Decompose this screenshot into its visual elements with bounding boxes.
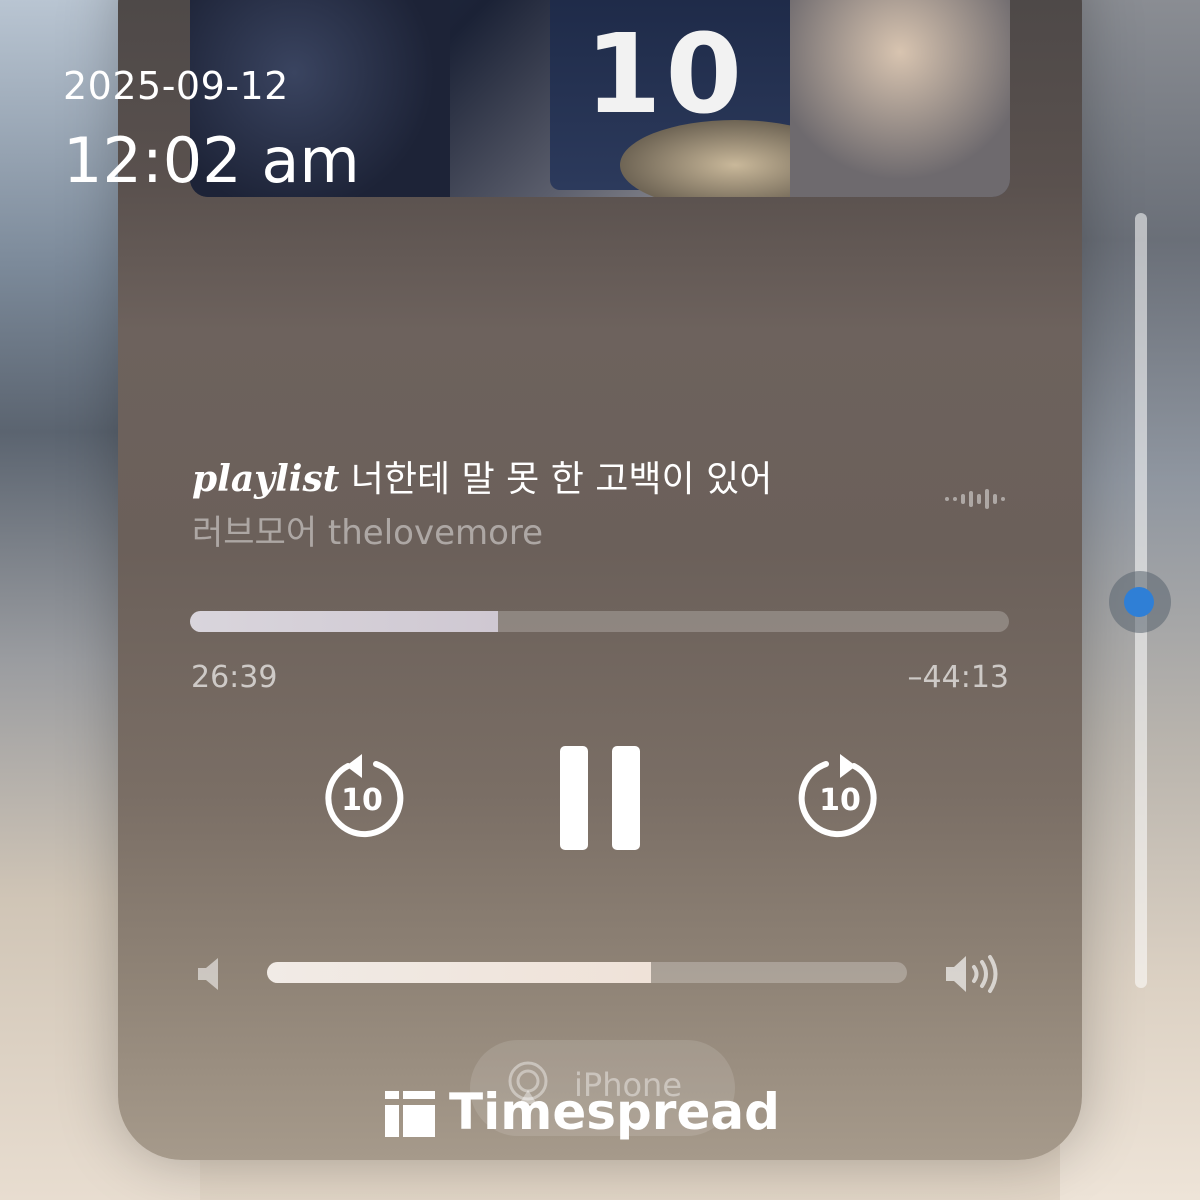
skip-forward-button[interactable]: 10 [796, 752, 884, 840]
skip-forward-label: 10 [819, 783, 861, 818]
skip-forward-10-icon: 10 [798, 754, 877, 837]
elapsed-time: 26:39 [191, 660, 278, 695]
skip-back-button[interactable]: 10 [318, 752, 406, 840]
pause-button[interactable] [560, 746, 640, 850]
artwork-jersey-number: 10 [585, 10, 747, 138]
pause-icon [560, 746, 588, 850]
track-title[interactable]: playlist 너한테 말 못 한 고백이 있어 [192, 450, 772, 502]
track-artist[interactable]: 러브모어 thelovemore [192, 505, 543, 554]
artwork-shape [790, 0, 1010, 197]
volume-high-icon [946, 955, 998, 993]
track-title-main: 너한테 말 못 한 고백이 있어 [350, 459, 773, 500]
skip-back-10-icon: 10 [325, 754, 404, 837]
timespread-logo-icon [385, 1087, 435, 1137]
volume-low-icon [198, 958, 218, 990]
track-title-prefix: playlist [192, 458, 340, 500]
status-date: 2025-09-12 [63, 64, 289, 108]
playback-progress-fill [190, 611, 498, 632]
skip-back-label: 10 [341, 783, 383, 818]
status-time: 12:02 am [63, 124, 360, 197]
audio-waveform-icon [945, 489, 1005, 509]
volume-fill [267, 962, 651, 983]
remaining-time: –44:13 [907, 660, 1009, 695]
playback-scrubber[interactable] [190, 611, 1009, 632]
watermark-brand: Timespread [449, 1083, 780, 1141]
pause-icon [612, 746, 640, 850]
watermark: Timespread [385, 1082, 780, 1142]
side-slider-knob-dot [1124, 587, 1154, 617]
volume-slider[interactable] [267, 962, 907, 983]
